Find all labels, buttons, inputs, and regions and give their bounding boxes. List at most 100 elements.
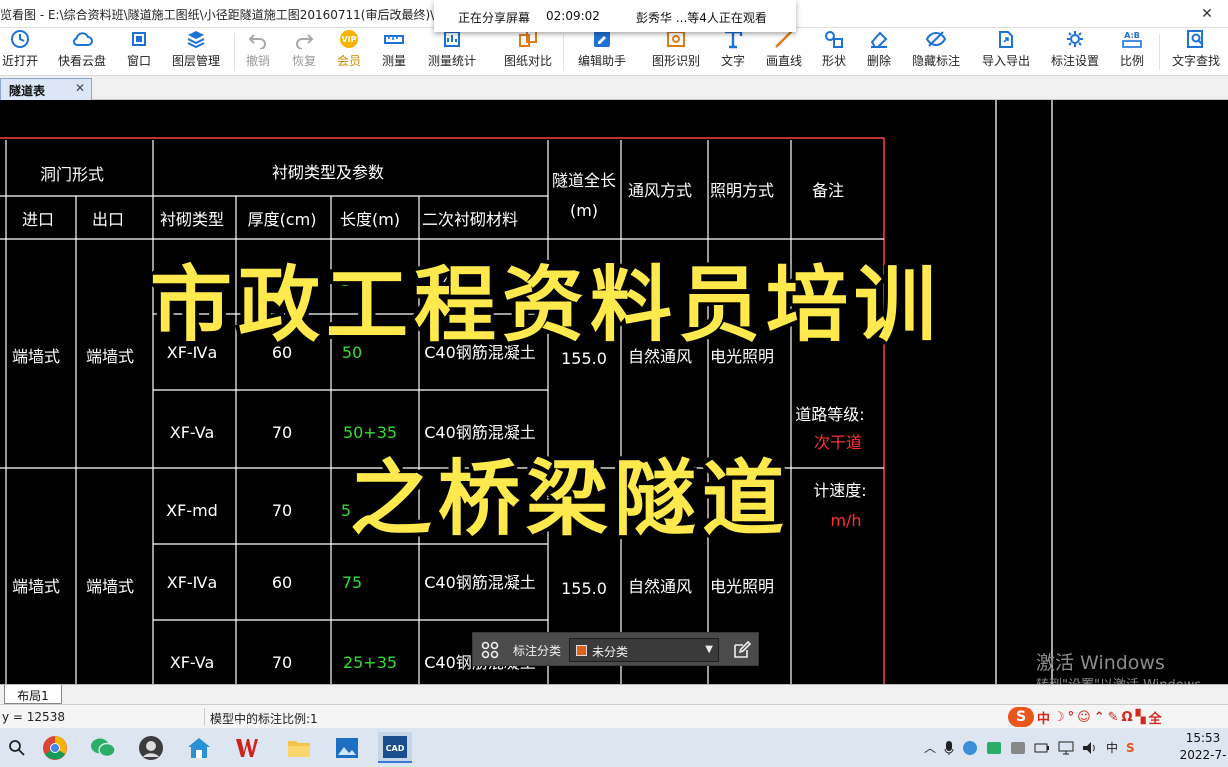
- text-search-button[interactable]: 文字查找: [1168, 28, 1224, 74]
- toolbar-separator: [1159, 34, 1160, 70]
- line-icon: [775, 30, 793, 48]
- scale-button[interactable]: A:B 比例: [1117, 28, 1147, 74]
- close-icon[interactable]: ✕: [1186, 0, 1228, 28]
- symbols-icon[interactable]: Ω: [1122, 710, 1133, 725]
- layout-tab-bar: 布局1: [0, 684, 1228, 704]
- chevron-up-icon[interactable]: ︿: [924, 739, 936, 756]
- category-color-swatch: [576, 645, 587, 656]
- eraser-icon: [870, 31, 888, 48]
- recent-open-button[interactable]: 近打开: [0, 28, 40, 74]
- overlay-title-line1: 市政工程资料员培训: [150, 258, 943, 353]
- edit-assistant-icon: [594, 31, 610, 47]
- svg-text:CAD: CAD: [386, 744, 405, 753]
- header-seg-length: 长度(m): [340, 210, 400, 229]
- tray-app-icon[interactable]: [986, 740, 1002, 756]
- taskbar-search[interactable]: [0, 732, 34, 763]
- measure-stats-button[interactable]: 测量统计: [424, 28, 480, 74]
- drawing-compare-button[interactable]: 图纸对比: [500, 28, 556, 74]
- activate-windows-watermark: 激活 Windows: [1036, 652, 1165, 674]
- measure-stats-icon: [444, 31, 460, 47]
- ime-indicator[interactable]: 中: [1106, 739, 1118, 756]
- windows-taskbar: CAD ︿ 中 S 15:53 2022-7-1: [0, 728, 1228, 767]
- screen-share-banner[interactable]: 正在分享屏幕 02:09:02 彭秀华 ...等4人正在观看: [434, 0, 796, 32]
- toolbar-separator: [234, 34, 235, 70]
- shape-button[interactable]: 形状: [819, 28, 849, 74]
- volume-icon[interactable]: [1082, 741, 1098, 755]
- annotation-category-select[interactable]: 未分类 ▼: [569, 638, 719, 662]
- microphone-icon[interactable]: [944, 740, 954, 756]
- cell-lining-type: XF-Ⅳa: [167, 573, 218, 592]
- punctuation-icon[interactable]: °: [1068, 710, 1075, 725]
- hide-icon: [925, 31, 947, 47]
- header-length: 隧道全长: [552, 171, 616, 190]
- tray-app-icon[interactable]: [1010, 740, 1026, 756]
- annotation-settings-button[interactable]: 标注设置: [1047, 28, 1103, 74]
- text-icon: [725, 30, 743, 49]
- taskbar-photos[interactable]: [330, 732, 364, 763]
- edit-assistant-button[interactable]: 编辑助手: [574, 28, 630, 74]
- cell-lining-type: XF-md: [166, 501, 218, 520]
- network-icon[interactable]: [1058, 741, 1074, 755]
- voice-icon[interactable]: ⌃: [1094, 710, 1105, 725]
- search-icon: [9, 739, 25, 756]
- scale-icon: A:B: [1122, 31, 1142, 48]
- header-material: 二次衬砌材料: [422, 210, 518, 229]
- cell-lining-type: XF-Va: [170, 423, 215, 442]
- toolbox-icon[interactable]: ▚: [1136, 710, 1146, 725]
- moon-icon[interactable]: ☽: [1053, 710, 1065, 725]
- hide-annotation-button[interactable]: 隐藏标注: [910, 28, 962, 74]
- cloud-disk-button[interactable]: 快看云盘: [54, 28, 110, 74]
- text-search-icon: [1187, 30, 1204, 48]
- fullwidth-icon[interactable]: 全: [1149, 708, 1162, 727]
- header-remarks: 备注: [812, 181, 844, 200]
- taskbar-home-app[interactable]: [182, 732, 216, 763]
- close-tab-icon[interactable]: ✕: [75, 81, 85, 95]
- cell-entrance: 端墙式: [12, 347, 60, 366]
- redo-button[interactable]: 恢复: [289, 28, 319, 74]
- emoji-icon[interactable]: ☺: [1077, 710, 1091, 725]
- vip-button[interactable]: VIP 会员: [334, 28, 364, 74]
- text-button[interactable]: 文字: [718, 28, 748, 74]
- delete-button[interactable]: 删除: [864, 28, 894, 74]
- avatar-icon: [139, 735, 163, 760]
- tray-app-icon[interactable]: [962, 740, 978, 756]
- share-viewers: 彭秀华 ...等4人正在观看: [636, 11, 767, 25]
- taskbar-chrome[interactable]: [38, 732, 72, 763]
- handwrite-icon[interactable]: ✎: [1108, 710, 1119, 725]
- drawing-canvas[interactable]: 洞门形式 衬砌类型及参数 隧道全长 (m) 通风方式 照明方式 备注 进口 出口…: [0, 100, 1228, 684]
- tab-layout1[interactable]: 布局1: [4, 685, 62, 704]
- undo-button[interactable]: 撤销: [243, 28, 273, 74]
- battery-icon[interactable]: [1034, 741, 1050, 755]
- chrome-icon: [43, 735, 67, 760]
- taskbar-avatar-app[interactable]: [134, 732, 168, 763]
- cad-icon: CAD: [383, 735, 407, 758]
- shape-recognize-icon: [667, 31, 685, 47]
- taskbar-wechat[interactable]: [86, 732, 120, 763]
- taskbar-file-explorer[interactable]: [282, 732, 316, 763]
- window-button[interactable]: 窗口: [124, 28, 154, 74]
- grid-icon[interactable]: [481, 641, 499, 659]
- draw-line-button[interactable]: 画直线: [764, 28, 804, 74]
- edit-icon[interactable]: [732, 640, 752, 660]
- layer-manager-button[interactable]: 图层管理: [168, 28, 224, 74]
- overlay-title-line2: 之桥梁隧道: [350, 452, 791, 547]
- import-export-icon: [999, 31, 1013, 48]
- annotation-category-value: 未分类: [592, 645, 629, 659]
- cell-exit: 端墙式: [86, 577, 134, 596]
- measure-button[interactable]: 测量: [379, 28, 409, 74]
- taskbar-clock[interactable]: 15:53 2022-7-1: [1178, 730, 1228, 767]
- photos-icon: [336, 737, 358, 758]
- sogou-tray-icon[interactable]: S: [1126, 741, 1135, 755]
- app-window: 览看图 - E:\综合资料班\隧道施工图纸\小径距隧道施工图20160711(审…: [0, 0, 1228, 767]
- ime-chinese-mode[interactable]: 中: [1037, 708, 1050, 727]
- cell-thickness: 70: [272, 423, 292, 442]
- cell-thickness: 70: [272, 501, 292, 520]
- taskbar-cad-viewer[interactable]: CAD: [378, 732, 412, 763]
- tab-tunnel-table[interactable]: 隧道表 ✕: [0, 78, 92, 100]
- svg-text:A:B: A:B: [1124, 31, 1140, 40]
- sogou-ime-toolbar[interactable]: S 中 ☽ ° ☺ ⌃ ✎ Ω ▚ 全: [1008, 706, 1228, 728]
- taskbar-wps[interactable]: [230, 732, 264, 763]
- window-controls: ✕: [1186, 0, 1228, 28]
- import-export-button[interactable]: 导入导出: [978, 28, 1034, 74]
- shape-recognize-button[interactable]: 图形识别: [648, 28, 704, 74]
